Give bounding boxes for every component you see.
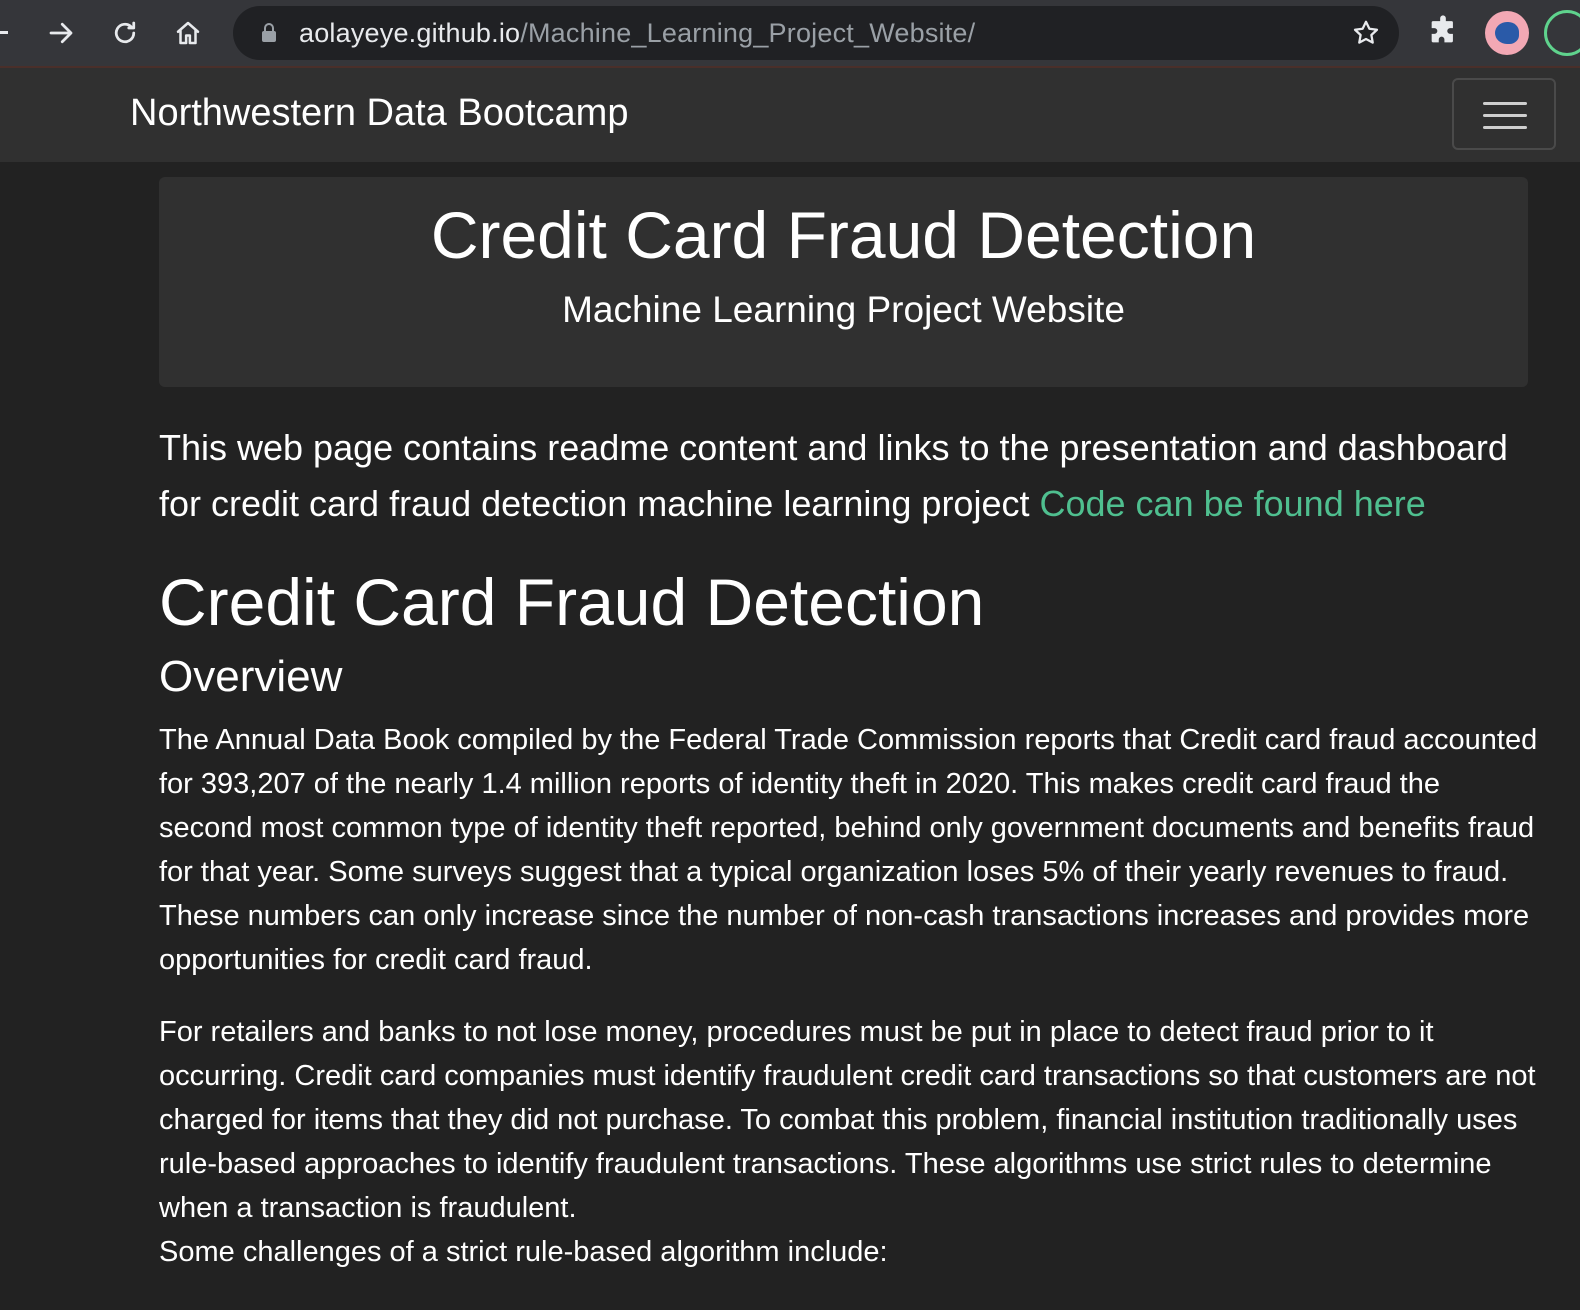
arrow-right-icon <box>49 22 73 44</box>
reload-icon <box>114 21 136 44</box>
hamburger-icon <box>1483 126 1527 129</box>
home-icon <box>176 21 200 45</box>
jumbotron: Credit Card Fraud Detection Machine Lear… <box>159 177 1528 387</box>
back-icon[interactable] <box>0 31 8 34</box>
code-link[interactable]: Code can be found here <box>1039 483 1425 524</box>
profile-avatar[interactable] <box>1485 11 1529 55</box>
intro-paragraph: This web page contains readme content an… <box>159 420 1539 532</box>
page-title: Credit Card Fraud Detection <box>430 198 1257 272</box>
overview-paragraph-1: The Annual Data Book compiled by the Fed… <box>159 724 1538 976</box>
overview-heading: Overview <box>159 652 343 701</box>
overview-paragraph-2: For retailers and banks to not lose mone… <box>159 1016 1536 1224</box>
site-navbar: Northwestern Data Bootcamp <box>0 68 1580 162</box>
address-bar[interactable]: aolayeye.github.io/Machine_Learning_Proj… <box>233 6 1399 60</box>
hamburger-icon <box>1483 114 1527 117</box>
url-text[interactable]: aolayeye.github.io/Machine_Learning_Proj… <box>299 18 975 49</box>
page-subtitle: Machine Learning Project Website <box>562 289 1125 330</box>
avatar-image <box>1495 22 1519 44</box>
hamburger-icon <box>1483 102 1527 105</box>
url-path: /Machine_Learning_Project_Website/ <box>520 18 976 48</box>
readme-heading: Credit Card Fraud Detection <box>159 565 985 639</box>
reload-button[interactable] <box>102 10 148 56</box>
url-host: aolayeye.github.io <box>299 18 521 48</box>
main-content: This web page contains readme content an… <box>159 420 1539 1274</box>
forward-button[interactable] <box>38 10 84 56</box>
profile-menu-icon[interactable] <box>1544 10 1580 56</box>
lock-icon[interactable] <box>257 21 281 45</box>
overview-paragraph-3: Some challenges of a strict rule-based a… <box>159 1236 888 1268</box>
navbar-brand[interactable]: Northwestern Data Bootcamp <box>130 92 628 135</box>
extensions-puzzle-icon[interactable] <box>1426 14 1460 48</box>
bookmark-star-icon[interactable] <box>1351 18 1381 48</box>
home-button[interactable] <box>165 10 211 56</box>
navbar-toggler-button[interactable] <box>1452 78 1556 150</box>
browser-toolbar: aolayeye.github.io/Machine_Learning_Proj… <box>0 0 1580 68</box>
